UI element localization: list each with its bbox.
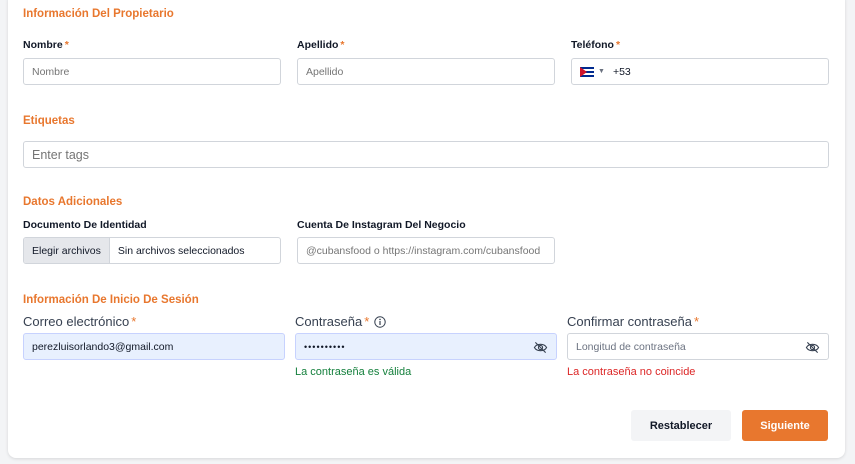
password-label: Contraseña * (295, 314, 386, 329)
file-status: Sin archivos seleccionados (117, 244, 245, 257)
tags-input[interactable] (23, 141, 829, 168)
phone-input[interactable]: ▼ +53 (571, 58, 829, 85)
next-button[interactable]: Siguiente (742, 410, 828, 441)
info-icon[interactable] (374, 315, 386, 328)
instagram-label: Cuenta De Instagram Del Negocio (297, 219, 466, 231)
login-section-title: Información De Inicio De Sesión (23, 294, 199, 306)
country-selector[interactable]: ▼ (580, 66, 605, 77)
tags-section-title: Etiquetas (23, 115, 75, 127)
reset-button[interactable]: Restablecer (631, 410, 731, 441)
last-name-input[interactable] (297, 58, 555, 85)
email-label: Correo electrónico * (23, 314, 137, 329)
password-mismatch-message: La contraseña no coincide (567, 366, 696, 378)
choose-files-button[interactable]: Elegir archivos (24, 238, 110, 263)
cuba-flag-icon (580, 66, 594, 77)
confirm-password-label: Confirmar contraseña * (567, 314, 700, 329)
password-input[interactable]: •••••••••• (295, 333, 557, 360)
confirm-password-input[interactable]: Longitud de contraseña (567, 333, 829, 360)
confirm-password-placeholder: Longitud de contraseña (576, 340, 686, 353)
first-name-label: Nombre * (23, 39, 69, 51)
password-valid-message: La contraseña es válida (295, 366, 412, 378)
additional-section-title: Datos Adicionales (23, 196, 123, 208)
email-input[interactable]: perezluisorlando3@gmail.com (23, 333, 285, 360)
id-document-label: Documento De Identidad (23, 219, 147, 231)
instagram-input[interactable] (297, 237, 555, 264)
last-name-label: Apellido * (297, 39, 345, 51)
eye-off-icon[interactable] (533, 340, 548, 355)
phone-label: Teléfono * (571, 39, 621, 51)
file-input[interactable]: Elegir archivos Sin archivos seleccionad… (23, 237, 281, 264)
password-value: •••••••••• (304, 341, 346, 352)
eye-off-icon[interactable] (805, 340, 820, 355)
owner-section-title: Información Del Propietario (23, 8, 174, 20)
first-name-input[interactable] (23, 58, 281, 85)
dial-code: +53 (612, 65, 631, 78)
caret-down-icon: ▼ (598, 68, 605, 75)
